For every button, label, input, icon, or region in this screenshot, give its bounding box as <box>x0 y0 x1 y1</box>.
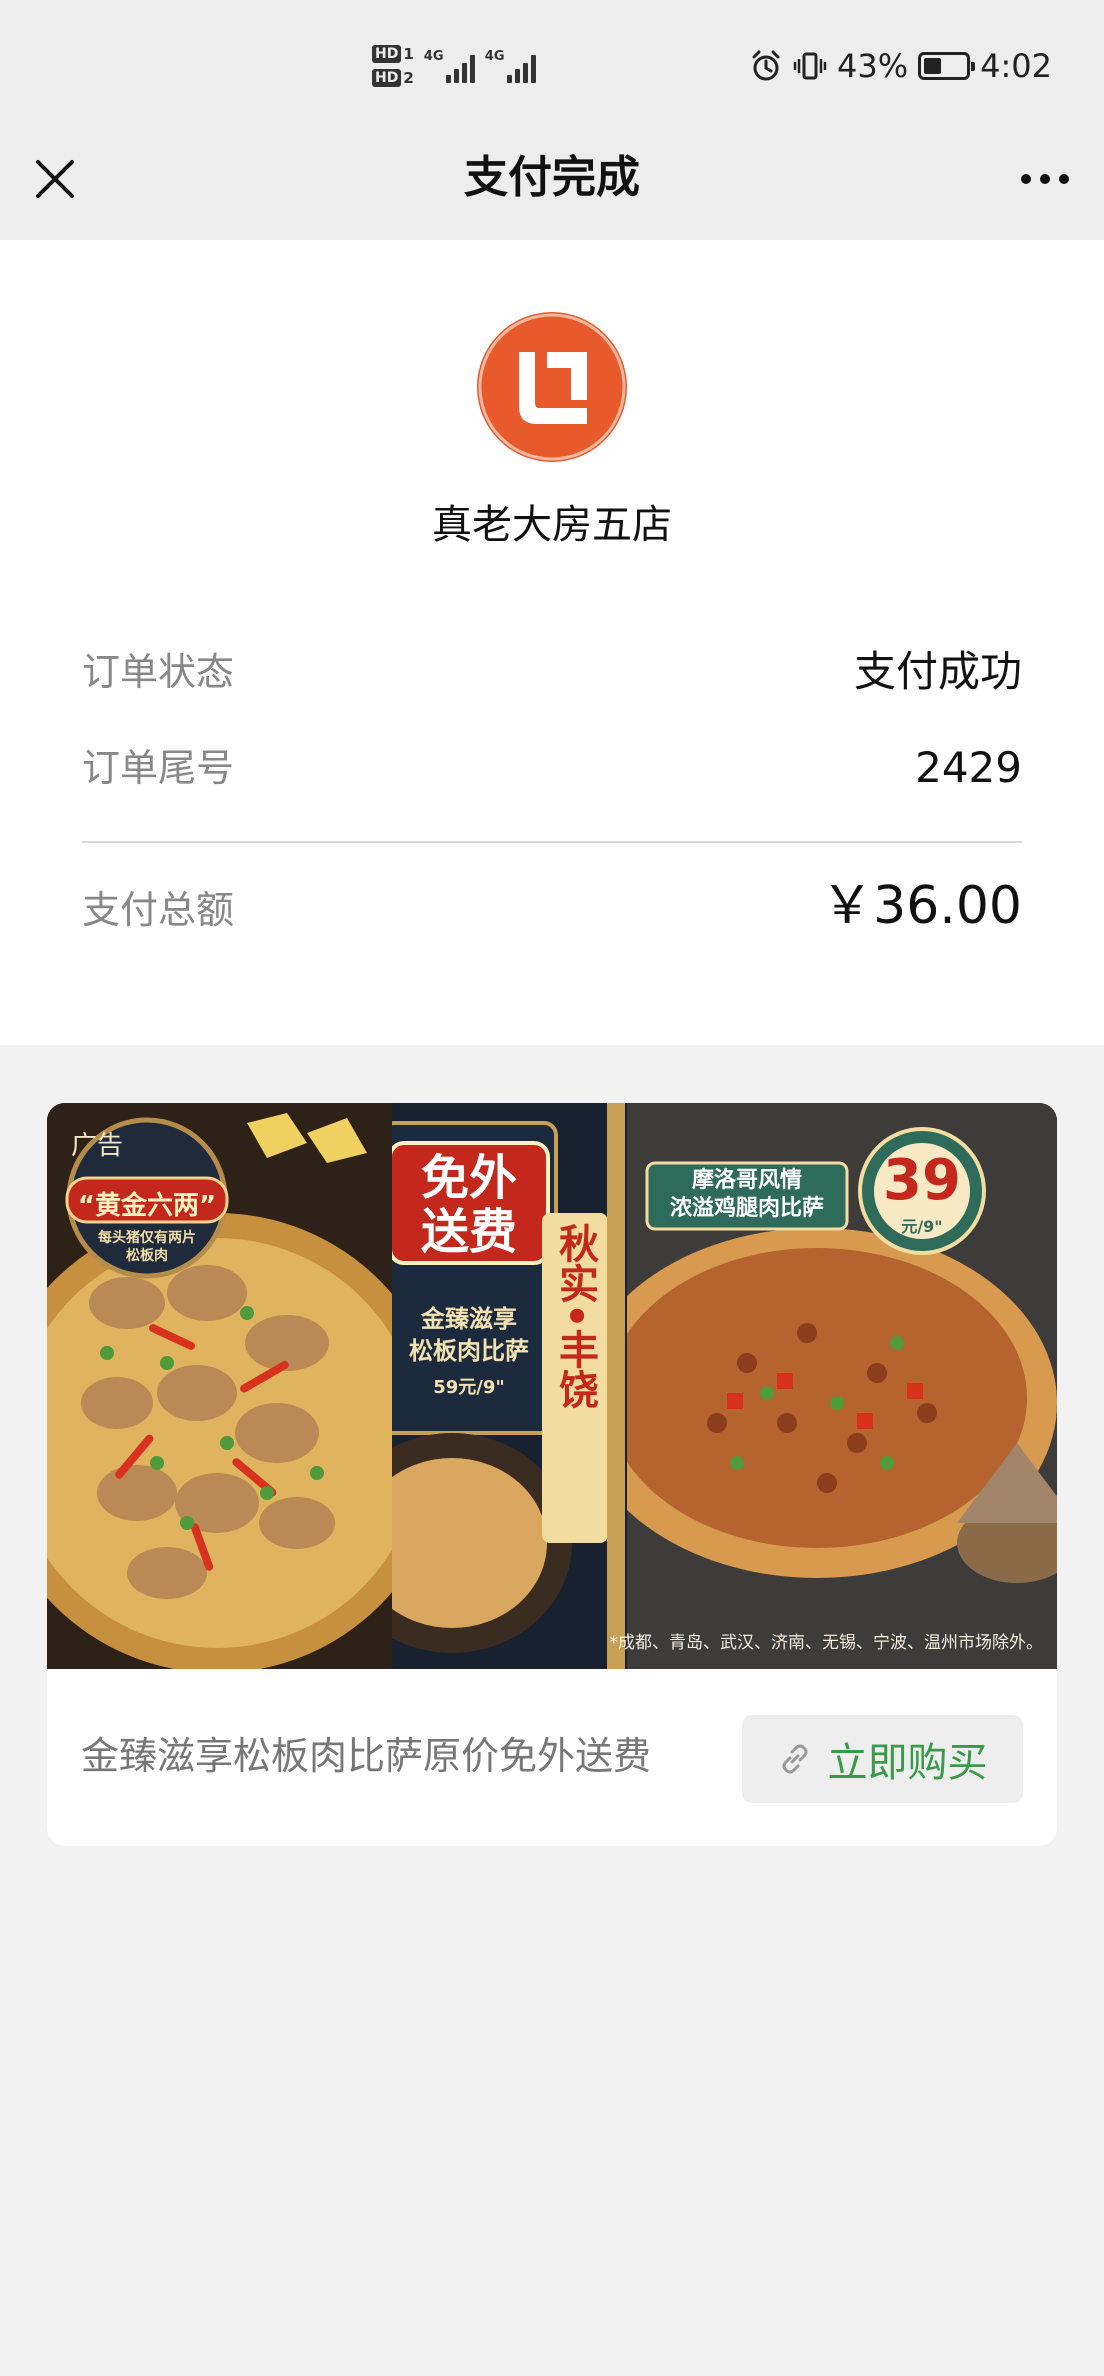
network-indicators: HD 1 HD 2 4G 4G <box>372 36 536 96</box>
more-dot-icon <box>1040 174 1050 184</box>
hd2-badge: HD 2 <box>372 69 414 87</box>
banner-footnote: *成都、青岛、武汉、济南、无锡、宁波、温州市场除外。 <box>609 1633 1044 1653</box>
order-status-row: 订单状态 支付成功 <box>82 642 1022 702</box>
more-dot-icon <box>1059 174 1069 184</box>
ad-banner-image[interactable]: 广告 “黄金六两” 每头猪仅有两片 松板肉 免外 送费 金臻滋享 松板肉比萨 5… <box>47 1103 1057 1669</box>
signal-icon-2: 4G <box>485 49 536 83</box>
free-delivery-text: 免外 送费 <box>420 1150 517 1260</box>
order-status-label: 订单状态 <box>82 650 235 694</box>
battery-percent: 43% <box>837 47 909 85</box>
right-title-text: 摩洛哥风情 浓溢鸡腿肉比萨 <box>669 1168 824 1221</box>
left-badge-sub: 每头猪仅有两片 松板肉 <box>98 1230 196 1264</box>
signal-icon-1: 4G <box>424 49 475 83</box>
status-bar: HD 1 HD 2 4G 4G 43% 4:02 <box>0 0 1104 130</box>
banner-right-panel: 摩洛哥风情 浓溢鸡腿肉比萨 39 元/9" <box>577 1103 1057 1669</box>
mid-price-text: 59元/9" <box>433 1377 505 1398</box>
alarm-icon <box>752 50 780 81</box>
order-tail-value: 2429 <box>915 743 1022 792</box>
left-badge-text: “黄金六两” <box>77 1191 217 1221</box>
more-button[interactable] <box>1008 146 1082 212</box>
more-dot-icon <box>1021 174 1031 184</box>
payment-total-label: 支付总额 <box>82 888 235 932</box>
payment-total-value: ￥36.00 <box>821 876 1022 936</box>
vertical-slogan: 秋实•丰饶 <box>552 1223 598 1409</box>
nav-bar: 支付完成 <box>0 130 1104 240</box>
banner-left-panel: “黄金六两” 每头猪仅有两片 松板肉 <box>47 1103 447 1669</box>
banner-divider <box>607 1103 625 1669</box>
buy-now-button[interactable]: 立即购买 <box>742 1715 1023 1803</box>
divider <box>82 841 1022 843</box>
vibrate-icon <box>793 52 827 80</box>
clock: 4:02 <box>980 47 1052 85</box>
ad-tag: 广告 <box>71 1131 124 1161</box>
buy-now-label: 立即购买 <box>827 1740 988 1786</box>
right-price-unit: 元/9" <box>901 1217 943 1236</box>
order-status-value: 支付成功 <box>853 647 1022 696</box>
banner-mid-panel: 免外 送费 金臻滋享 松板肉比萨 59元/9" 秋实•丰饶 <box>332 1103 627 1669</box>
order-tail-label: 订单尾号 <box>82 746 235 790</box>
battery-icon <box>918 52 976 80</box>
payment-result-card: 真老大房五店 订单状态 支付成功 订单尾号 2429 支付总额 ￥36.00 <box>0 240 1104 1045</box>
merchant-name: 真老大房五店 <box>432 502 672 548</box>
merchant-logo-icon <box>478 313 626 461</box>
right-price-text: 39 <box>883 1148 961 1213</box>
hd1-badge: HD 1 <box>372 45 414 63</box>
status-right: 43% 4:02 <box>749 40 1052 92</box>
payment-total-row: 支付总额 ￥36.00 <box>82 876 1022 940</box>
mid-product-text: 金臻滋享 松板肉比萨 <box>409 1305 529 1365</box>
ad-card[interactable]: 广告 “黄金六两” 每头猪仅有两片 松板肉 免外 送费 金臻滋享 松板肉比萨 5… <box>47 1103 1057 1846</box>
link-icon <box>782 1744 807 1774</box>
merchant-logo <box>477 312 627 462</box>
page-title: 支付完成 <box>464 152 640 203</box>
ad-caption: 金臻滋享松板肉比萨原价免外送费 <box>81 1734 652 1778</box>
order-tail-row: 订单尾号 2429 <box>82 738 1022 798</box>
